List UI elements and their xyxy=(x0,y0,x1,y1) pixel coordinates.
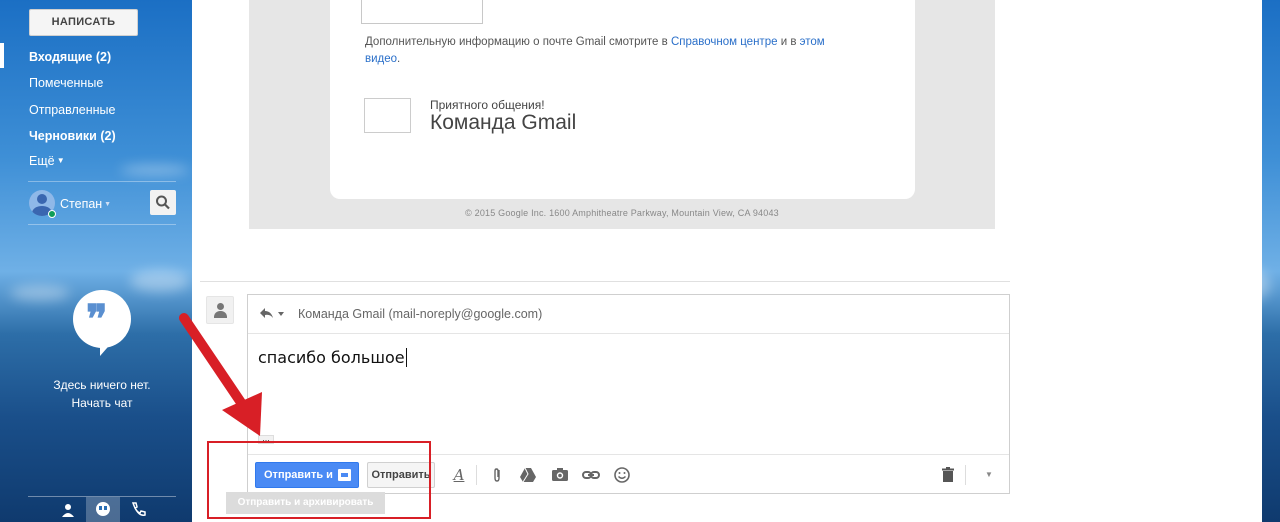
formatting-icon[interactable]: A xyxy=(449,465,469,485)
copyright-footer: © 2015 Google Inc. 1600 Amphitheatre Par… xyxy=(465,208,779,218)
sidebar-item-sent[interactable]: Отправленные xyxy=(29,103,115,117)
info-end: . xyxy=(397,53,401,65)
more-options-icon[interactable]: ▼ xyxy=(979,465,999,485)
reply-body-input[interactable]: спасибо большое xyxy=(258,348,407,367)
scrollbar[interactable] xyxy=(1262,0,1280,522)
emoji-icon[interactable] xyxy=(612,465,632,485)
signature-team: Команда Gmail xyxy=(430,111,577,134)
info-mid: и в xyxy=(777,36,800,48)
video-link[interactable]: этом xyxy=(800,36,825,48)
search-people-button[interactable] xyxy=(150,190,176,215)
phone-icon[interactable] xyxy=(128,500,148,520)
sidebar-item-inbox[interactable]: Входящие (2) xyxy=(29,50,111,64)
info-prefix: Дополнительную информацию о почте Gmail … xyxy=(365,36,671,48)
video-link-continued[interactable]: видео xyxy=(365,53,397,65)
main-panel: Дополнительную информацию о почте Gmail … xyxy=(179,0,1262,522)
email-image-placeholder xyxy=(361,0,483,24)
user-name[interactable]: Степан ▼ xyxy=(60,197,111,211)
compose-button[interactable]: НАПИСАТЬ xyxy=(29,9,138,36)
annotation-arrow xyxy=(179,313,262,436)
sidebar-item-more[interactable]: Ещё ▼ xyxy=(29,154,65,168)
user-name-label: Степан xyxy=(60,197,103,211)
toolbar-separator xyxy=(476,465,477,485)
drive-icon[interactable] xyxy=(518,465,538,485)
help-center-link[interactable]: Справочном центре xyxy=(671,36,778,48)
online-status-icon xyxy=(48,210,56,218)
toolbar-separator xyxy=(965,465,966,485)
info-text-line2: видео. xyxy=(365,53,400,65)
chevron-down-icon: ▼ xyxy=(54,156,65,165)
quote-icon: ❞ xyxy=(86,296,108,343)
sidebar: НАПИСАТЬ Входящие (2) Помеченные Отправл… xyxy=(0,0,192,522)
chevron-down-icon: ▼ xyxy=(102,201,112,208)
gmail-logo-image xyxy=(364,98,411,133)
info-text: Дополнительную информацию о почте Gmail … xyxy=(365,36,825,48)
search-icon xyxy=(156,195,170,210)
divider xyxy=(28,224,176,225)
annotation-highlight-box xyxy=(207,441,431,519)
email-card xyxy=(330,0,915,199)
contacts-icon[interactable] xyxy=(58,500,78,520)
text-cursor xyxy=(405,348,407,367)
active-indicator xyxy=(0,43,4,68)
hangouts-tab-icon[interactable] xyxy=(93,500,113,520)
recipient-field[interactable]: Команда Gmail (mail-noreply@google.com) xyxy=(298,307,542,321)
reply-header: Команда Gmail (mail-noreply@google.com) xyxy=(248,295,1009,334)
reply-body-text: спасибо большое xyxy=(258,348,405,367)
sidebar-item-more-label: Ещё xyxy=(29,154,55,168)
photo-icon[interactable] xyxy=(550,465,570,485)
signature-greeting: Приятного общения! xyxy=(430,98,545,112)
link-icon[interactable] xyxy=(581,465,601,485)
sidebar-item-starred[interactable]: Помеченные xyxy=(29,76,103,90)
sidebar-item-drafts[interactable]: Черновики (2) xyxy=(29,129,116,143)
attach-icon[interactable] xyxy=(487,465,507,485)
trash-icon[interactable] xyxy=(938,465,958,485)
message-divider xyxy=(200,281,1010,282)
divider xyxy=(28,181,176,182)
